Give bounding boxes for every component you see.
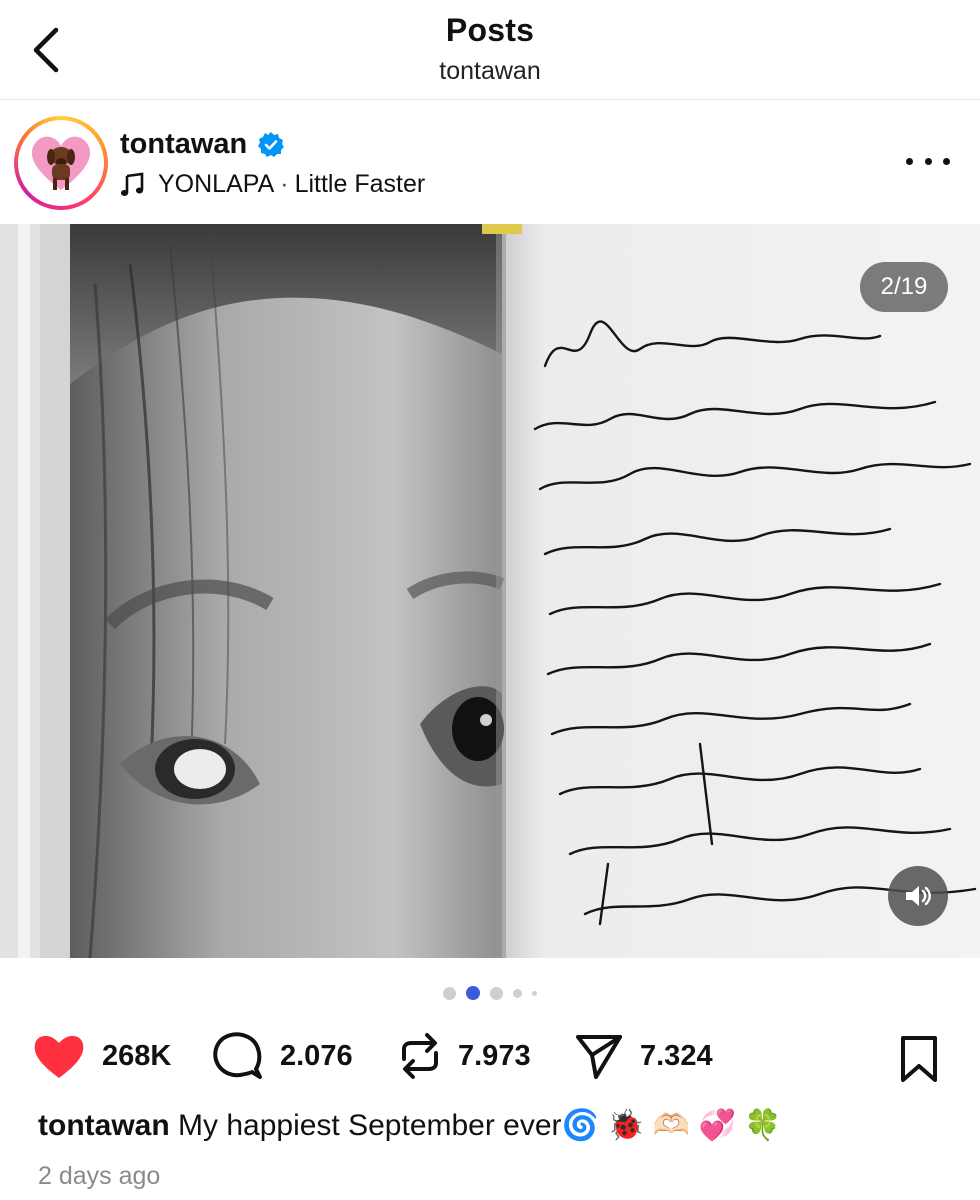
carousel-dot [490, 986, 503, 1000]
carousel-dot-active [466, 986, 480, 1000]
more-horizontal-icon [906, 157, 913, 165]
carousel-dot [443, 986, 456, 1000]
like-count: 268K [102, 1039, 172, 1072]
post-caption: tontawan My happiest September ever🌀 🐞 🫶… [38, 1108, 782, 1143]
top-bar: Posts tontawan [0, 0, 980, 100]
post-image[interactable]: 2/19 [0, 224, 980, 958]
repost-icon [402, 1033, 438, 1079]
comment-button[interactable]: 2.076 [212, 1028, 353, 1084]
post-header: tontawan YONLAPA · Little Faster [0, 100, 980, 224]
action-bar: 268K 2.076 7.973 7.324 [0, 1028, 980, 1088]
comment-bubble-icon [213, 1032, 262, 1079]
sound-toggle-button[interactable] [888, 866, 948, 926]
repost-count: 7.973 [458, 1039, 531, 1072]
photo-book-spread [0, 224, 980, 958]
page-title: Posts [445, 12, 535, 48]
send-icon [576, 1035, 622, 1079]
heart-icon [34, 1035, 84, 1078]
post-author[interactable]: tontawan [120, 128, 285, 161]
carousel-dot [513, 988, 522, 998]
caption-emoji: 🌀 🐞 🫶🏻 💞 🍀 [561, 1109, 782, 1142]
carousel-dots [0, 986, 980, 1000]
caption-text: My happiest September ever [178, 1109, 562, 1142]
carousel-dot [532, 990, 537, 996]
post-username[interactable]: tontawan [120, 128, 247, 161]
speaker-icon [906, 886, 931, 906]
page-subtitle: tontawan [439, 57, 541, 85]
bookmark-button[interactable] [894, 1034, 944, 1084]
music-note-icon [120, 172, 144, 196]
more-options-button[interactable] [906, 146, 950, 176]
post-timestamp: 2 days ago [38, 1162, 161, 1190]
avatar[interactable] [14, 116, 108, 210]
repost-button[interactable]: 7.973 [398, 1028, 531, 1084]
music-artist: YONLAPA [158, 170, 275, 198]
comment-count: 2.076 [280, 1039, 353, 1072]
like-button[interactable]: 268K [32, 1028, 171, 1084]
caption-username[interactable]: tontawan [38, 1109, 170, 1142]
title-block: Posts tontawan [0, 12, 980, 86]
music-separator: · [280, 170, 289, 198]
music-song: Little Faster [294, 170, 426, 198]
share-count: 7.324 [640, 1039, 713, 1072]
avatar-image [31, 136, 91, 190]
verified-badge-icon [258, 131, 285, 157]
music-info[interactable]: YONLAPA · Little Faster [120, 170, 425, 199]
carousel-page-counter: 2/19 [860, 262, 948, 312]
bookmark-icon [901, 1036, 937, 1082]
share-button[interactable]: 7.324 [574, 1028, 713, 1084]
